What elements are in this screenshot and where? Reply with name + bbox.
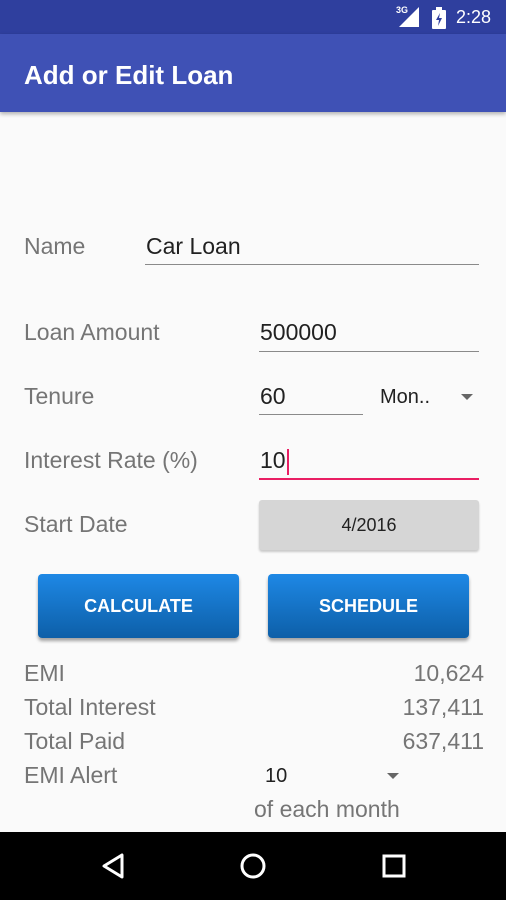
name-input[interactable]: Car Loan [146, 233, 241, 260]
loan-amount-input[interactable]: 500000 [260, 319, 337, 346]
start-date-button[interactable]: 4/2016 [259, 500, 479, 550]
text-cursor [286, 448, 289, 475]
calculate-button[interactable]: CALCULATE [38, 574, 239, 638]
emi-value: 10,624 [413, 660, 484, 686]
emi-alert-label: EMI Alert [24, 762, 118, 788]
total-interest-value: 137,411 [402, 694, 484, 720]
home-icon[interactable] [239, 852, 267, 880]
navigation-bar [0, 832, 506, 900]
total-paid-value: 637,411 [402, 728, 484, 754]
app-bar: Add or Edit Loan [0, 34, 506, 112]
signal-icon [399, 7, 419, 27]
name-input-underline [145, 264, 479, 265]
loan-amount-underline [259, 351, 479, 352]
start-date-label: Start Date [24, 511, 128, 537]
emi-alert-suffix: of each month [254, 796, 400, 822]
emi-label: EMI [24, 660, 65, 686]
tenure-unit-select[interactable]: Mon.. [380, 386, 430, 409]
clock: 2:28 [456, 7, 492, 27]
tenure-label: Tenure [24, 383, 95, 409]
interest-rate-value: 10 [260, 447, 286, 473]
emi-alert-day-select[interactable]: 10 [265, 765, 287, 788]
schedule-button[interactable]: SCHEDULE [268, 574, 469, 638]
tenure-underline [259, 414, 363, 415]
interest-rate-underline [259, 478, 479, 480]
tenure-input[interactable]: 60 [260, 383, 286, 410]
page-title: Add or Edit Loan [24, 60, 234, 90]
recents-icon[interactable] [380, 852, 408, 880]
battery-icon [432, 7, 446, 29]
interest-rate-input[interactable]: 10 [260, 447, 289, 475]
total-paid-label: Total Paid [24, 728, 126, 754]
name-label: Name [24, 233, 86, 259]
total-interest-label: Total Interest [24, 694, 156, 720]
chevron-down-icon[interactable] [387, 773, 399, 779]
interest-rate-label: Interest Rate (%) [24, 447, 198, 473]
loan-amount-label: Loan Amount [24, 319, 160, 345]
status-bar: 3G 2:28 [0, 0, 506, 34]
chevron-down-icon[interactable] [461, 394, 473, 400]
back-icon[interactable] [100, 852, 128, 880]
